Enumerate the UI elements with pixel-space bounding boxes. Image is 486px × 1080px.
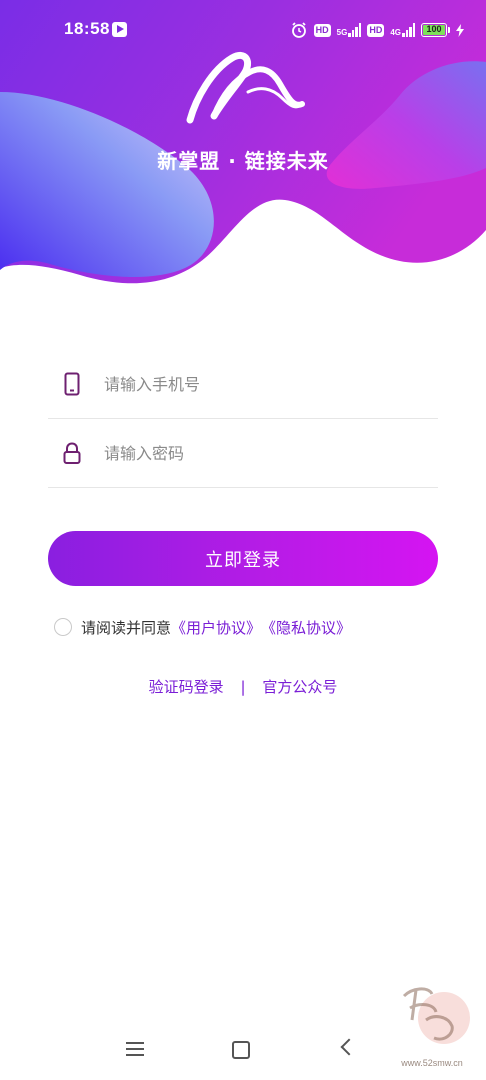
phone-icon [64,372,80,396]
signal-5g: 5G [337,23,362,37]
user-agreement-link[interactable]: 《用户协议》 [171,617,261,638]
media-play-icon [112,22,127,37]
system-nav-bar [0,1030,486,1070]
password-input[interactable] [104,433,424,473]
signal-icon [348,23,362,37]
phone-input[interactable] [104,364,424,404]
link-separator: | [240,678,246,696]
charging-icon [456,23,464,37]
official-account-link[interactable]: 官方公众号 [262,678,337,696]
signal-4g: 4G [390,23,415,37]
network-5g-label: 5G [336,28,348,37]
sms-login-link[interactable]: 验证码登录 [149,678,224,696]
menu-icon[interactable] [126,1042,144,1056]
header-banner: 18:58 HD 5G HD 4G 100 新掌盟 · 链接未来 [0,0,486,290]
status-indicators: HD 5G HD 4G 100 [290,20,464,40]
battery-level: 100 [426,24,442,34]
lock-icon [63,442,81,464]
agree-checkbox[interactable] [54,618,72,636]
agreement-prefix: 请阅读并同意 [81,618,172,637]
back-icon[interactable] [340,1038,358,1056]
agreement-row: 请阅读并同意 《用户协议》 《隐私协议》 [54,617,351,637]
alternative-links: 验证码登录 | 官方公众号 [0,676,486,697]
app-slogan: 新掌盟 · 链接未来 [157,149,329,173]
status-time: 18:58 [64,19,110,38]
alarm-icon [291,22,306,38]
battery-icon: 100 [421,23,447,37]
password-field [48,419,438,488]
signal-icon [402,23,415,37]
status-bar: 18:58 HD 5G HD 4G 100 [0,0,486,60]
login-button[interactable]: 立即登录 [48,531,438,586]
hd-badge: HD [367,23,385,37]
privacy-policy-link[interactable]: 《隐私协议》 [261,617,351,638]
network-4g-label: 4G [390,28,401,37]
phone-field [48,350,438,419]
home-icon[interactable] [232,1041,250,1059]
hd-badge: HD [313,23,331,37]
